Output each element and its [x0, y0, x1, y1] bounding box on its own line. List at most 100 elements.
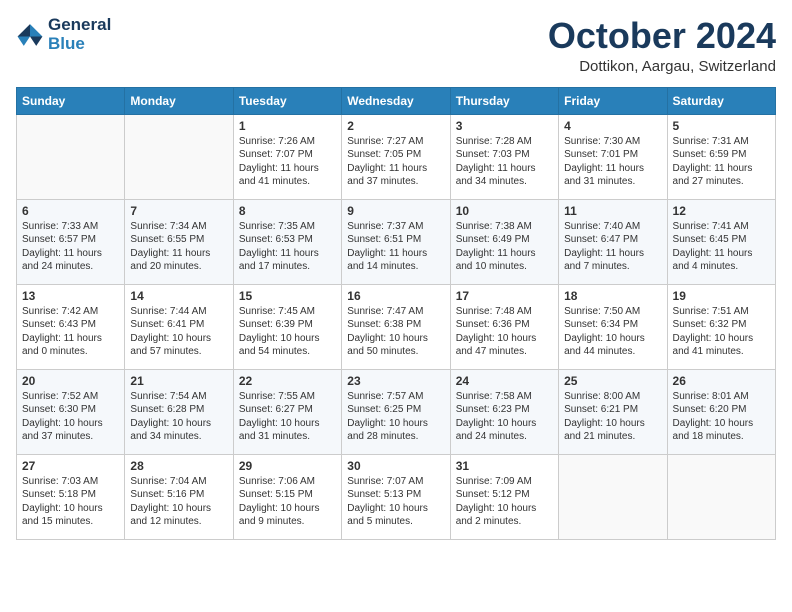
day-info: Sunrise: 7:26 AM Sunset: 7:07 PM Dayligh… [239, 135, 336, 189]
day-info: Sunrise: 7:07 AM Sunset: 5:13 PM Dayligh… [347, 475, 444, 529]
calendar-day-cell: 15Sunrise: 7:45 AM Sunset: 6:39 PM Dayli… [233, 284, 341, 369]
calendar-day-cell: 22 Sunrise: 7:55 AM Sunset: 6:27 PM Dayli… [233, 369, 341, 454]
day-number: 28 [130, 459, 227, 473]
weekday-header: Thursday [450, 87, 558, 114]
calendar-day-cell: 21 Sunrise: 7:54 AM Sunset: 6:28 PM Dayli… [125, 369, 233, 454]
day-info: Sunrise: 7:58 AM Sunset: 6:23 PM Dayligh… [456, 390, 553, 444]
day-info: Sunrise: 7:57 AM Sunset: 6:25 PM Dayligh… [347, 390, 444, 444]
calendar-day-cell: 5 Sunrise: 7:31 AM Sunset: 6:59 PM Daylig… [667, 114, 775, 199]
day-info: Sunrise: 7:50 AM Sunset: 6:34 PM Dayligh… [564, 305, 661, 359]
day-number: 11 [564, 204, 661, 218]
calendar-week-row: 6 Sunrise: 7:33 AM Sunset: 6:57 PM Daylig… [17, 199, 776, 284]
calendar-day-cell: 31 Sunrise: 7:09 AM Sunset: 5:12 PM Dayli… [450, 454, 558, 539]
day-number: 31 [456, 459, 553, 473]
day-info: Sunrise: 7:45 AM Sunset: 6:39 PM Dayligh… [239, 305, 336, 359]
calendar-day-cell: 6 Sunrise: 7:33 AM Sunset: 6:57 PM Daylig… [17, 199, 125, 284]
calendar-day-cell: 20Sunrise: 7:52 AM Sunset: 6:30 PM Dayli… [17, 369, 125, 454]
day-number: 19 [673, 289, 770, 303]
month-title: October 2024 [548, 16, 776, 56]
calendar-day-cell: 8Sunrise: 7:35 AM Sunset: 6:53 PM Daylig… [233, 199, 341, 284]
calendar-day-cell: 4 Sunrise: 7:30 AM Sunset: 7:01 PM Daylig… [559, 114, 667, 199]
day-info: Sunrise: 7:51 AM Sunset: 6:32 PM Dayligh… [673, 305, 770, 359]
day-number: 25 [564, 374, 661, 388]
logo-icon [16, 21, 44, 49]
day-info: Sunrise: 7:33 AM Sunset: 6:57 PM Dayligh… [22, 220, 119, 274]
day-info: Sunrise: 7:44 AM Sunset: 6:41 PM Dayligh… [130, 305, 227, 359]
calendar-day-cell: 10 Sunrise: 7:38 AM Sunset: 6:49 PM Dayli… [450, 199, 558, 284]
day-info: Sunrise: 7:38 AM Sunset: 6:49 PM Dayligh… [456, 220, 553, 274]
day-info: Sunrise: 7:09 AM Sunset: 5:12 PM Dayligh… [456, 475, 553, 529]
location-subtitle: Dottikon, Aargau, Switzerland [548, 58, 776, 75]
weekday-header: Saturday [667, 87, 775, 114]
calendar-day-cell: 9 Sunrise: 7:37 AM Sunset: 6:51 PM Daylig… [342, 199, 450, 284]
calendar-day-cell [125, 114, 233, 199]
day-number: 5 [673, 119, 770, 133]
day-info: Sunrise: 7:42 AM Sunset: 6:43 PM Dayligh… [22, 305, 119, 359]
calendar-day-cell [667, 454, 775, 539]
day-info: Sunrise: 7:41 AM Sunset: 6:45 PM Dayligh… [673, 220, 770, 274]
day-number: 14 [130, 289, 227, 303]
calendar-week-row: 13Sunrise: 7:42 AM Sunset: 6:43 PM Dayli… [17, 284, 776, 369]
day-number: 16 [347, 289, 444, 303]
day-number: 17 [456, 289, 553, 303]
day-number: 3 [456, 119, 553, 133]
calendar-day-cell: 3 Sunrise: 7:28 AM Sunset: 7:03 PM Daylig… [450, 114, 558, 199]
day-info: Sunrise: 8:00 AM Sunset: 6:21 PM Dayligh… [564, 390, 661, 444]
day-number: 18 [564, 289, 661, 303]
day-number: 23 [347, 374, 444, 388]
calendar-day-cell: 28 Sunrise: 7:04 AM Sunset: 5:16 PM Dayli… [125, 454, 233, 539]
logo: General Blue [16, 16, 111, 53]
calendar-day-cell: 2Sunrise: 7:27 AM Sunset: 7:05 PM Daylig… [342, 114, 450, 199]
day-number: 21 [130, 374, 227, 388]
calendar-day-cell: 7 Sunrise: 7:34 AM Sunset: 6:55 PM Daylig… [125, 199, 233, 284]
day-info: Sunrise: 7:35 AM Sunset: 6:53 PM Dayligh… [239, 220, 336, 274]
calendar-day-cell: 25 Sunrise: 8:00 AM Sunset: 6:21 PM Dayli… [559, 369, 667, 454]
calendar-day-cell: 17Sunrise: 7:48 AM Sunset: 6:36 PM Dayli… [450, 284, 558, 369]
day-info: Sunrise: 7:31 AM Sunset: 6:59 PM Dayligh… [673, 135, 770, 189]
day-number: 1 [239, 119, 336, 133]
day-number: 24 [456, 374, 553, 388]
calendar-day-cell: 14 Sunrise: 7:44 AM Sunset: 6:41 PM Dayli… [125, 284, 233, 369]
day-number: 29 [239, 459, 336, 473]
day-number: 9 [347, 204, 444, 218]
day-info: Sunrise: 7:47 AM Sunset: 6:38 PM Dayligh… [347, 305, 444, 359]
day-number: 4 [564, 119, 661, 133]
calendar-week-row: 20Sunrise: 7:52 AM Sunset: 6:30 PM Dayli… [17, 369, 776, 454]
day-number: 20 [22, 374, 119, 388]
weekday-header: Friday [559, 87, 667, 114]
weekday-header: Tuesday [233, 87, 341, 114]
day-info: Sunrise: 7:30 AM Sunset: 7:01 PM Dayligh… [564, 135, 661, 189]
calendar-day-cell: 13Sunrise: 7:42 AM Sunset: 6:43 PM Dayli… [17, 284, 125, 369]
weekday-header: Wednesday [342, 87, 450, 114]
day-number: 30 [347, 459, 444, 473]
calendar-day-cell: 29Sunrise: 7:06 AM Sunset: 5:15 PM Dayli… [233, 454, 341, 539]
calendar-day-cell: 12 Sunrise: 7:41 AM Sunset: 6:45 PM Dayli… [667, 199, 775, 284]
page-header: General Blue October 2024 Dottikon, Aarg… [16, 16, 776, 75]
day-info: Sunrise: 7:34 AM Sunset: 6:55 PM Dayligh… [130, 220, 227, 274]
calendar-week-row: 1 Sunrise: 7:26 AM Sunset: 7:07 PM Daylig… [17, 114, 776, 199]
calendar-day-cell: 24 Sunrise: 7:58 AM Sunset: 6:23 PM Dayli… [450, 369, 558, 454]
day-info: Sunrise: 7:55 AM Sunset: 6:27 PM Dayligh… [239, 390, 336, 444]
day-number: 12 [673, 204, 770, 218]
calendar-day-cell: 19 Sunrise: 7:51 AM Sunset: 6:32 PM Dayli… [667, 284, 775, 369]
day-info: Sunrise: 7:27 AM Sunset: 7:05 PM Dayligh… [347, 135, 444, 189]
weekday-header: Monday [125, 87, 233, 114]
calendar-week-row: 27Sunrise: 7:03 AM Sunset: 5:18 PM Dayli… [17, 454, 776, 539]
day-info: Sunrise: 7:37 AM Sunset: 6:51 PM Dayligh… [347, 220, 444, 274]
calendar-day-cell: 23 Sunrise: 7:57 AM Sunset: 6:25 PM Dayli… [342, 369, 450, 454]
day-info: Sunrise: 7:04 AM Sunset: 5:16 PM Dayligh… [130, 475, 227, 529]
day-info: Sunrise: 7:54 AM Sunset: 6:28 PM Dayligh… [130, 390, 227, 444]
calendar-day-cell: 26Sunrise: 8:01 AM Sunset: 6:20 PM Dayli… [667, 369, 775, 454]
weekday-header: Sunday [17, 87, 125, 114]
calendar-day-cell [559, 454, 667, 539]
day-number: 10 [456, 204, 553, 218]
calendar-day-cell: 18 Sunrise: 7:50 AM Sunset: 6:34 PM Dayli… [559, 284, 667, 369]
day-number: 22 [239, 374, 336, 388]
day-info: Sunrise: 7:28 AM Sunset: 7:03 PM Dayligh… [456, 135, 553, 189]
day-number: 7 [130, 204, 227, 218]
title-block: October 2024 Dottikon, Aargau, Switzerla… [548, 16, 776, 75]
calendar-day-cell: 27Sunrise: 7:03 AM Sunset: 5:18 PM Dayli… [17, 454, 125, 539]
calendar-table: SundayMondayTuesdayWednesdayThursdayFrid… [16, 87, 776, 540]
logo-text-blue: Blue [48, 35, 111, 54]
day-number: 6 [22, 204, 119, 218]
